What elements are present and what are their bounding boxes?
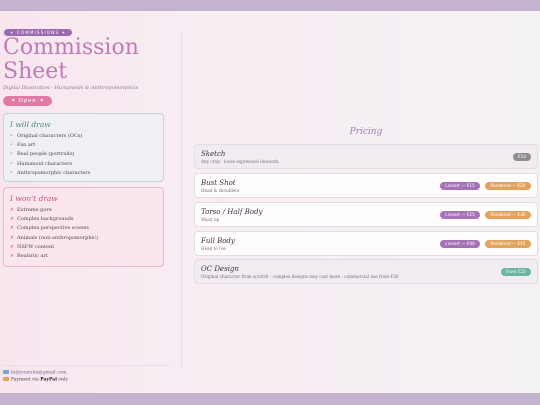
price-tag-rendered: Rendered — €30 [485, 211, 531, 219]
card-description: Any crop · loose expressive linework [201, 159, 279, 164]
pricing-heading: Pricing [349, 127, 383, 137]
price-tag-lineart: Lineart — €40 [440, 240, 480, 248]
wont-draw-list: ✗ Extreme gore ✗ Complex backgrounds ✗ Comp… [10, 206, 98, 261]
price-tag-rendered: Rendered — €45 [485, 240, 531, 248]
price-tag-lineart: Lineart — €15 [440, 182, 480, 190]
price-tag: €10 [513, 153, 531, 161]
payment-info: Payment via PayPal only [3, 377, 68, 383]
cross-mark-icon: ✗ [10, 208, 14, 213]
cross-mark-icon: ✗ [10, 226, 14, 232]
list-item: ✗ Complex backgrounds [10, 215, 98, 224]
footer-divider [3, 365, 171, 366]
card-description: Head & shoulders [201, 188, 240, 193]
bullet-dot-icon: • [10, 143, 13, 149]
title-line-1: Commission [3, 35, 139, 60]
cross-mark-icon: ✗ [10, 217, 14, 223]
price-tag-lineart: Lineart — €25 [440, 211, 480, 219]
card-title: Torso / Half Body [201, 208, 263, 216]
card-description: Head to toe [201, 246, 226, 251]
cross-mark-icon: ✗ [10, 254, 14, 260]
will-draw-heading: I will draw [10, 120, 51, 129]
card-description: Original character from scratch · comple… [201, 274, 399, 279]
bottom-bar [0, 393, 540, 405]
list-item: ✗ Extreme gore [10, 206, 98, 215]
credit-card-icon [3, 377, 9, 381]
price-tag-rendered: Rendered — €20 [485, 182, 531, 190]
top-bar [0, 0, 540, 11]
column-divider [181, 31, 182, 371]
status-badge: ✦ Open ✦ [3, 96, 52, 106]
payment-method: PayPal [40, 377, 57, 383]
contact-email[interactable]: hi@yoursite@gmail.com [3, 370, 67, 376]
list-item: • Anthropomorphic characters [10, 169, 90, 178]
price-tag: From €25 [501, 268, 531, 276]
cross-mark-icon: ✗ [10, 244, 14, 250]
list-item: ✗ Complex perspective scenes [10, 224, 98, 233]
price-card-full-body: Full Body Head to toe Lineart — €40 Rend… [194, 231, 538, 256]
list-item: • Original characters (OCs) [10, 132, 90, 141]
price-card-bust: Bust Shot Head & shoulders Lineart — €15… [194, 173, 538, 198]
card-description: Waist up [201, 217, 220, 222]
list-item: • Fan art [10, 141, 90, 150]
price-card-sketch: Sketch Any crop · loose expressive linew… [194, 144, 538, 169]
cross-mark-icon: ✗ [10, 235, 14, 241]
list-item: ✗ Animals (non-anthropomorphic) [10, 234, 98, 243]
bullet-dot-icon: • [10, 161, 13, 167]
bullet-dot-icon: • [10, 152, 13, 158]
card-title: OC Design [201, 265, 239, 273]
will-draw-list: • Original characters (OCs) • Fan art • Rea… [10, 132, 90, 178]
card-title: Full Body [201, 237, 235, 245]
list-item: • Real people (portraits) [10, 150, 90, 159]
bullet-dot-icon: • [10, 134, 13, 139]
bullet-dot-icon: • [10, 170, 13, 176]
page-subtitle: Digital Illustration · Humanoids & Anthr… [3, 85, 139, 91]
card-title: Bust Shot [201, 179, 236, 187]
will-draw-box: I will draw • Original characters (OCs) •… [3, 113, 164, 182]
list-item: ✗ Realistic art [10, 252, 98, 261]
envelope-icon [3, 370, 9, 374]
email-link[interactable]: hi@yoursite@gmail.com [11, 371, 67, 376]
title-line-2: Sheet [3, 59, 68, 84]
card-title: Sketch [201, 150, 226, 158]
price-card-oc-design: OC Design Original character from scratc… [194, 259, 538, 284]
list-item: • Humanoid characters [10, 160, 90, 169]
price-card-torso: Torso / Half Body Waist up Lineart — €25… [194, 202, 538, 227]
wont-draw-heading: I won't draw [10, 194, 58, 203]
wont-draw-box: I won't draw ✗ Extreme gore ✗ Complex back… [3, 187, 164, 267]
page-title: Commission Sheet [3, 36, 173, 84]
list-item: ✗ NSFW content [10, 243, 98, 252]
